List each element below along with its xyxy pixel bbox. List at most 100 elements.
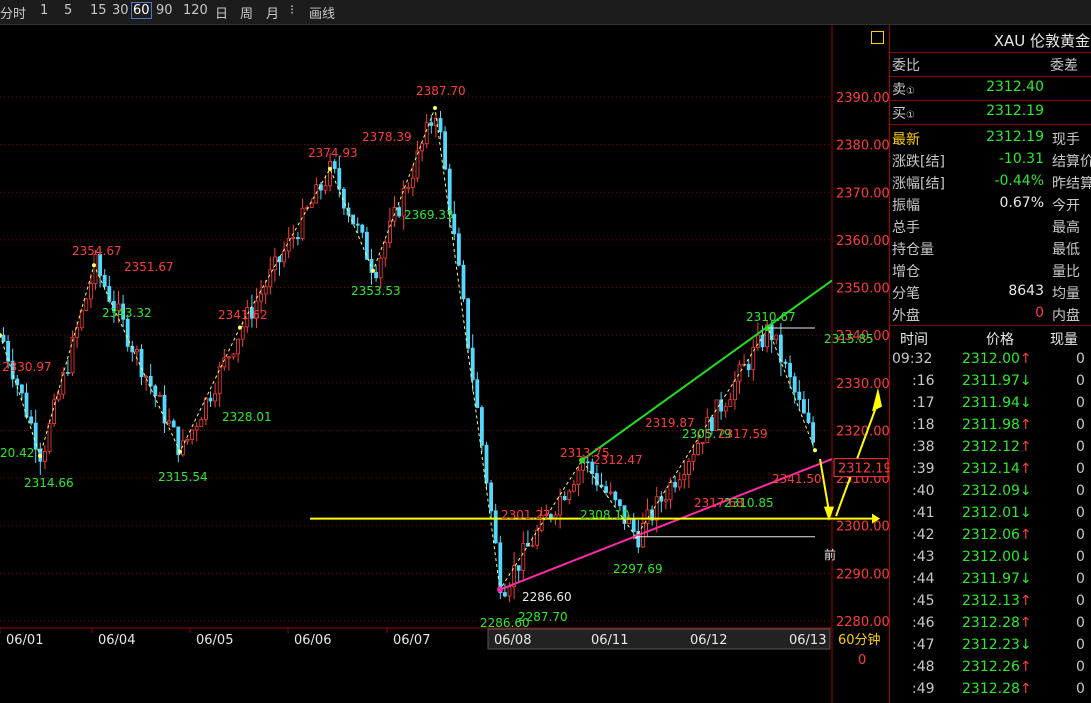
tick-price: 2312.13↑ — [962, 593, 1032, 609]
candle — [139, 348, 144, 378]
quote-value: -0.44% — [994, 173, 1044, 189]
period-11-button[interactable]: ⁝ — [290, 3, 294, 18]
chart-settings-icon[interactable] — [871, 31, 884, 44]
period-7-button[interactable]: 120 — [183, 3, 208, 18]
candle — [190, 429, 195, 440]
tick-time: :40 — [912, 483, 935, 499]
buy-row: 买① 2312.19 — [890, 101, 1091, 123]
candle — [723, 405, 728, 412]
sell-price: 2312.40 — [986, 79, 1044, 95]
buy-price: 2312.19 — [986, 103, 1044, 119]
period-6-button[interactable]: 90 — [156, 3, 173, 18]
candle — [489, 482, 494, 512]
candle — [558, 495, 562, 516]
period-8-button[interactable]: 日 — [215, 3, 228, 22]
quote-label: 总手 — [892, 220, 920, 236]
zigzag-point — [178, 449, 182, 454]
candle — [733, 380, 737, 401]
period-2-button[interactable]: 5 — [64, 3, 72, 18]
period-10-button[interactable]: 月 — [266, 3, 279, 22]
price-annotation: 2315.85 — [824, 332, 874, 346]
zigzag-point — [328, 166, 332, 171]
y-tick-label: 2300.00 — [836, 520, 889, 535]
period-1-button[interactable]: 1 — [40, 3, 48, 18]
price-annotation: 2351.67 — [124, 260, 174, 274]
x-tick-label: 06/12 — [690, 633, 727, 648]
candle — [29, 416, 34, 424]
candle — [213, 393, 218, 402]
quote-row: 分笔 8643 均量 — [890, 281, 1091, 303]
tick-time: :45 — [912, 593, 935, 609]
period-9-button[interactable]: 周 — [240, 3, 253, 22]
candle — [535, 529, 539, 546]
candle — [410, 177, 415, 188]
candle — [714, 399, 719, 431]
price-annotation: 2341.50 — [772, 472, 822, 486]
tick-price: 2312.00↓ — [962, 549, 1032, 565]
quote-label: 涨跌[结] — [892, 154, 945, 170]
period-3-button[interactable]: 15 — [90, 3, 107, 18]
period-12-button[interactable]: 画线 — [309, 3, 335, 22]
tick-price: 2312.01↓ — [962, 505, 1032, 521]
quote-right-label: 均量 — [1052, 286, 1080, 302]
candle — [811, 422, 815, 443]
price-annotation: 2312.47 — [593, 453, 643, 467]
candle — [631, 519, 636, 532]
candle — [677, 479, 682, 488]
candle — [337, 168, 342, 190]
candle — [792, 376, 797, 393]
candle — [328, 161, 333, 187]
y-tick-label: 2380.00 — [836, 139, 889, 154]
zigzag-point — [433, 105, 437, 110]
candlestick-chart[interactable]: 2390.002380.002370.002360.002350.002340.… — [0, 25, 889, 703]
candle — [56, 393, 61, 401]
tick-volume: 0 — [1076, 373, 1085, 389]
candle — [240, 326, 245, 340]
tick-price: 2312.26↑ — [962, 659, 1032, 675]
candle — [291, 237, 296, 239]
period-4-button[interactable]: 30 — [112, 3, 129, 18]
price-annotation: 2328.01 — [222, 410, 272, 424]
period-0-button[interactable]: 分时 — [0, 3, 26, 22]
price-annotation: 2308.10 — [580, 508, 630, 522]
price-annotation: 2286.60 — [522, 590, 572, 604]
tick-volume: 0 — [1076, 395, 1085, 411]
tick-volume: 0 — [1076, 637, 1085, 653]
tick-price: 2312.14↑ — [962, 461, 1032, 477]
tick-volume: 0 — [1076, 593, 1085, 609]
tick-volume: 0 — [1076, 351, 1085, 367]
tick-time: :39 — [912, 461, 935, 477]
candle — [553, 514, 558, 519]
quote-label: 涨幅[结] — [892, 176, 945, 192]
price-annotation: 2297.69 — [613, 562, 663, 576]
quote-row: 振幅 0.67% 今开 — [890, 193, 1091, 215]
tick-row: :17 2311.94↓ 0 — [890, 393, 1091, 415]
price-annotation: 2343.32 — [102, 306, 152, 320]
price-annotation: 2314.66 — [24, 476, 74, 490]
current-price-label: 2312.19 — [838, 462, 889, 477]
quote-label: 最新 — [892, 132, 920, 148]
tick-price: 2312.23↓ — [962, 637, 1032, 653]
y-tick-label: 2320.00 — [836, 424, 889, 439]
candle — [194, 426, 199, 431]
tick-row: :45 2312.13↑ 0 — [890, 591, 1091, 613]
order-diff-label: 委差 — [1050, 58, 1078, 74]
x-tick-label: 06/13 — [789, 633, 826, 648]
candle — [171, 420, 176, 428]
y-tick-label: 2290.00 — [836, 567, 889, 582]
candle — [79, 309, 84, 329]
price-annotation: 2354.67 — [72, 244, 122, 258]
sell-row: 卖① 2312.40 — [890, 77, 1091, 99]
tick-row: :40 2312.09↓ 0 — [890, 481, 1091, 503]
candle — [783, 361, 788, 364]
candle — [332, 161, 337, 169]
candle — [746, 363, 751, 371]
period-5-button[interactable]: 60 — [131, 2, 152, 19]
candle — [687, 461, 691, 475]
time-range-bar — [487, 628, 831, 650]
candle — [406, 186, 411, 190]
candle — [15, 378, 20, 386]
candle — [493, 510, 498, 544]
order-ratio-label: 委比 — [892, 58, 920, 74]
ticks-vol-header: 现量 — [1050, 332, 1078, 348]
